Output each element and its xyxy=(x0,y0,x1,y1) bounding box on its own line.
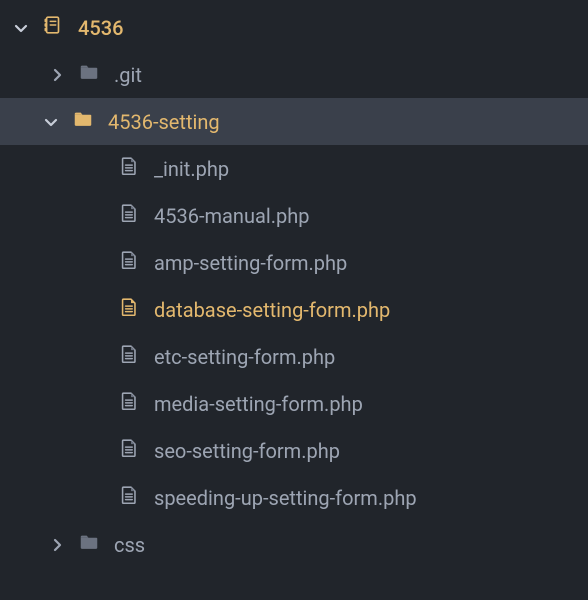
file-icon xyxy=(104,296,140,323)
tree-item-label: speeding-up-setting-form.php xyxy=(154,486,417,510)
tree-root[interactable]: 4536 xyxy=(0,4,588,51)
tree-item-etc[interactable]: etc-setting-form.php xyxy=(0,333,588,380)
tree-item-db[interactable]: database-setting-form.php xyxy=(0,286,588,333)
project-name: 4536 xyxy=(78,16,123,40)
file-icon xyxy=(104,484,140,511)
tree-item-label: css xyxy=(114,533,145,557)
folder-icon xyxy=(64,61,100,88)
project-icon xyxy=(28,14,64,41)
tree-item-label: .git xyxy=(114,63,142,87)
chevron-down-icon xyxy=(44,115,58,129)
file-icon xyxy=(104,155,140,182)
chevron-right-icon xyxy=(50,68,64,82)
file-icon xyxy=(104,390,140,417)
tree-item-label: etc-setting-form.php xyxy=(154,345,335,369)
tree-item-init[interactable]: _init.php xyxy=(0,145,588,192)
tree-item-label: database-setting-form.php xyxy=(154,298,390,322)
file-icon xyxy=(104,249,140,276)
tree-item-label: seo-setting-form.php xyxy=(154,439,340,463)
tree-item-media[interactable]: media-setting-form.php xyxy=(0,380,588,427)
tree-item-label: amp-setting-form.php xyxy=(154,251,347,275)
tree-item-manual[interactable]: 4536-manual.php xyxy=(0,192,588,239)
file-tree: 4536 .git 4536-setting _init.php 4536-ma… xyxy=(0,0,588,568)
file-icon xyxy=(104,343,140,370)
tree-item-label: 4536-setting xyxy=(108,110,220,134)
tree-item-label: 4536-manual.php xyxy=(154,204,309,228)
tree-item-label: _init.php xyxy=(154,157,229,181)
file-icon xyxy=(104,202,140,229)
tree-item-git[interactable]: .git xyxy=(0,51,588,98)
tree-item-setting[interactable]: 4536-setting xyxy=(0,98,588,145)
tree-item-label: media-setting-form.php xyxy=(154,392,363,416)
file-icon xyxy=(104,437,140,464)
tree-item-seo[interactable]: seo-setting-form.php xyxy=(0,427,588,474)
folder-icon xyxy=(64,531,100,558)
tree-item-amp[interactable]: amp-setting-form.php xyxy=(0,239,588,286)
folder-icon xyxy=(58,108,94,135)
tree-item-speed[interactable]: speeding-up-setting-form.php xyxy=(0,474,588,521)
chevron-down-icon xyxy=(14,21,28,35)
chevron-right-icon xyxy=(50,538,64,552)
tree-item-css[interactable]: css xyxy=(0,521,588,568)
